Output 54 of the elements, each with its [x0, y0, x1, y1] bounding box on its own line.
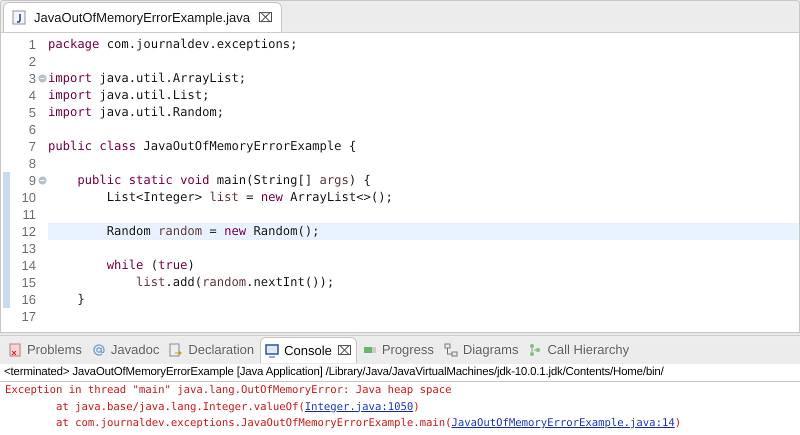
source-link[interactable]: JavaOutOfMemoryErrorExample.java:14	[451, 417, 675, 429]
document-arrow-icon	[169, 343, 184, 357]
line-number: 5	[28, 104, 36, 122]
tab-title: JavaOutOfMemoryErrorExample.java	[34, 8, 250, 27]
hierarchy-icon	[528, 343, 542, 357]
code-line: }	[76, 291, 85, 308]
code-line: list.add(random.nextInt());	[135, 274, 334, 292]
console-title: <terminated> JavaOutOfMemoryErrorExample [Java Application] /Library/Java/JavaVirtualMachines/jdk-10.0.1.jdk/Contents/Home/bin/	[4, 364, 664, 380]
fold-icon[interactable]	[38, 176, 46, 185]
line-number: 4	[28, 86, 36, 105]
line-number: 2	[28, 52, 36, 71]
problems-icon	[8, 343, 22, 357]
line-number: 12	[20, 222, 36, 241]
fold-icon[interactable]	[38, 74, 46, 83]
code-line: import java.util.ArrayList;	[48, 70, 246, 88]
java-file-icon	[12, 10, 26, 25]
line-number: 16	[20, 290, 36, 309]
source-link[interactable]: Integer.java:1050	[304, 400, 414, 412]
panel-tab[interactable]: Problems	[4, 337, 86, 363]
line-number: 1	[28, 36, 36, 54]
line-number: 3	[28, 70, 36, 88]
line-number: 15	[20, 274, 36, 292]
panel-tab[interactable]: Diagrams	[440, 337, 522, 363]
panel-tab[interactable]: Declaration	[165, 337, 258, 363]
console-output-line: at java.base/java.lang.Integer.valueOf(Integer.java:1050)	[55, 400, 421, 414]
code-line: package com.journaldev.exceptions;	[48, 36, 298, 54]
code-line: public static void main(String[] args) {	[76, 172, 371, 190]
console-output-line: Exception in thread "main" java.lang.OutOfMemoryError: Java heap space	[5, 383, 452, 398]
console-output-line: at com.journaldev.exceptions.JavaOutOfMemoryErrorExample.main(JavaOutOfMemoryErrorExample.java:14)	[55, 416, 682, 431]
panel-tab[interactable]: Progress	[358, 337, 438, 363]
line-number: 7	[28, 138, 36, 156]
editor-tab[interactable]: JavaOutOfMemoryErrorExample.java ⌧	[3, 2, 282, 32]
code-line: while (true)	[106, 257, 195, 274]
line-number: 17	[20, 308, 36, 326]
code-line: import java.util.Random;	[48, 104, 224, 122]
line-number: 11	[22, 206, 36, 224]
code-line: public class JavaOutOfMemoryErrorExample {	[48, 138, 356, 156]
close-button[interactable]: ⌧	[258, 11, 274, 24]
code-line: List<Integer> list = new ArrayList<>();	[106, 189, 393, 206]
line-number: 13	[20, 240, 36, 258]
panel-tab[interactable]: Call Hierarchy	[524, 337, 634, 363]
code-line: import java.util.List;	[48, 87, 210, 104]
line-number: 10	[20, 188, 36, 207]
close-button[interactable]: ⌧	[336, 344, 352, 357]
line-number: 9	[28, 172, 36, 190]
line-number: 6	[28, 120, 36, 139]
monitor-icon	[265, 344, 280, 358]
panel-tab[interactable]: Console ⌧	[260, 337, 357, 363]
diagram-icon	[444, 343, 458, 357]
line-number: 14	[20, 256, 36, 275]
code-line: Random random = new Random();	[106, 223, 320, 240]
panel-tab[interactable]: Javadoc	[88, 337, 164, 363]
line-number: 8	[28, 154, 36, 173]
at-sign-icon	[92, 343, 106, 357]
